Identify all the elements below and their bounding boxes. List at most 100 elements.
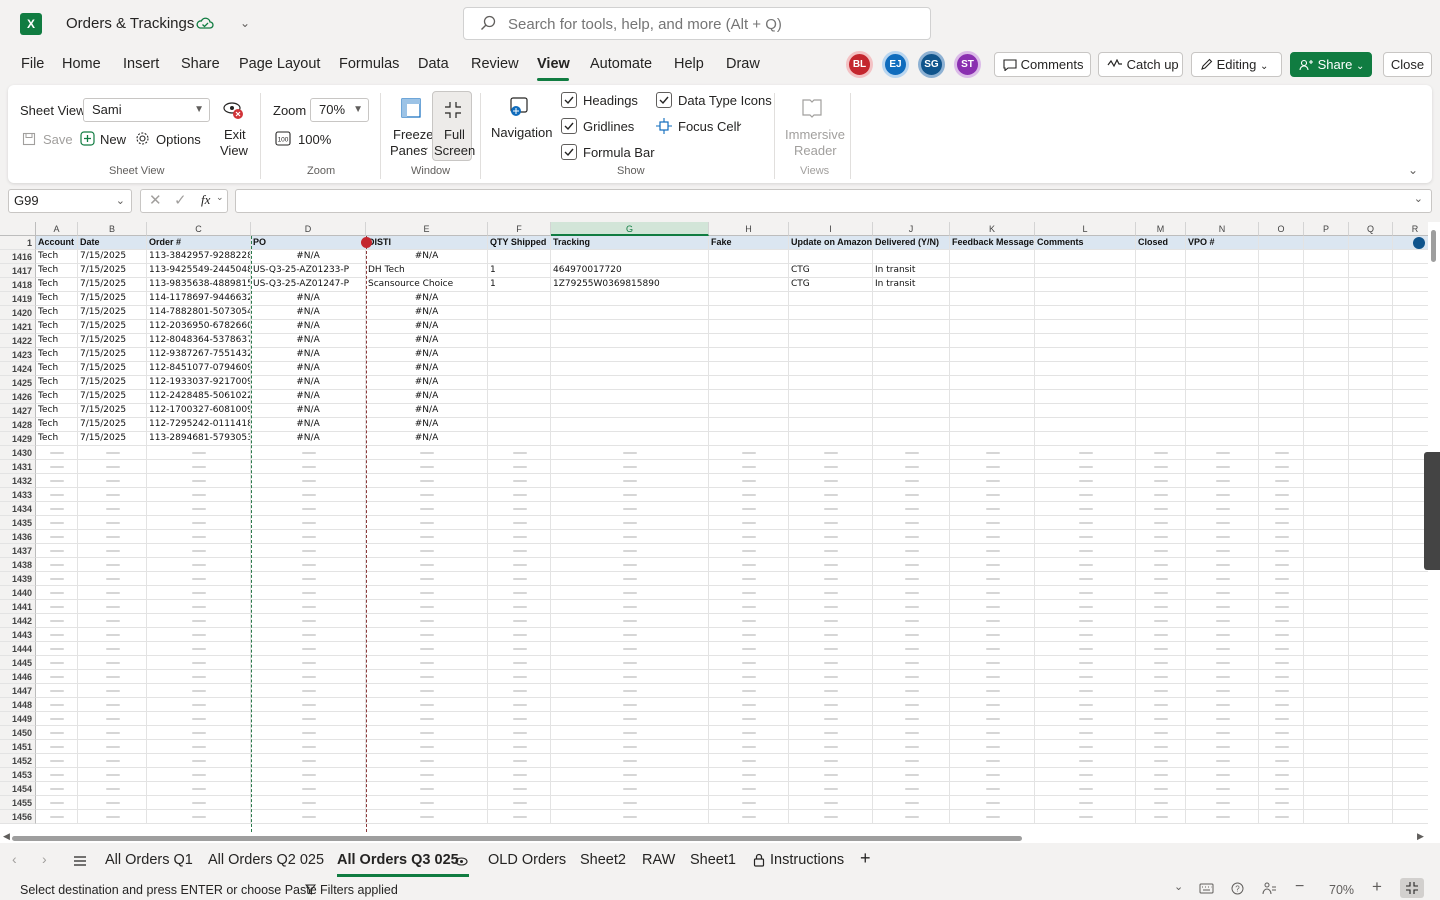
table-cell[interactable] (551, 698, 709, 712)
table-cell[interactable] (1136, 306, 1186, 320)
row-header[interactable]: 1444 (0, 642, 36, 656)
table-cell[interactable] (950, 460, 1035, 474)
table-cell[interactable] (1186, 782, 1259, 796)
table-cell[interactable] (1349, 614, 1393, 628)
table-cell[interactable] (709, 390, 789, 404)
table-cell[interactable] (36, 530, 78, 544)
table-cell[interactable] (551, 670, 709, 684)
table-cell[interactable] (709, 740, 789, 754)
table-cell[interactable] (251, 544, 366, 558)
menu-review[interactable]: Review (471, 56, 519, 72)
row-header[interactable]: 1452 (0, 754, 36, 768)
table-cell[interactable] (366, 558, 488, 572)
table-cell[interactable] (551, 320, 709, 334)
table-cell[interactable] (78, 474, 147, 488)
table-cell[interactable]: #N/A (366, 320, 488, 334)
table-cell[interactable] (1186, 278, 1259, 292)
table-cell[interactable] (1035, 292, 1136, 306)
avatar-bl[interactable]: BL (846, 51, 873, 78)
table-cell[interactable] (1304, 726, 1349, 740)
table-header-cell[interactable]: Fake (709, 236, 789, 250)
table-cell[interactable] (789, 614, 873, 628)
table-cell[interactable] (1136, 320, 1186, 334)
table-cell[interactable] (488, 670, 551, 684)
table-cell[interactable] (950, 376, 1035, 390)
table-cell[interactable] (1259, 334, 1304, 348)
table-cell[interactable] (1035, 544, 1136, 558)
table-cell[interactable] (1035, 628, 1136, 642)
table-cell[interactable] (950, 628, 1035, 642)
table-cell[interactable]: Tech (36, 432, 78, 446)
table-cell[interactable] (1035, 264, 1136, 278)
table-cell[interactable] (789, 558, 873, 572)
table-cell[interactable] (1259, 348, 1304, 362)
table-cell[interactable] (950, 278, 1035, 292)
table-cell[interactable] (709, 586, 789, 600)
table-cell[interactable] (488, 446, 551, 460)
table-cell[interactable] (551, 600, 709, 614)
horizontal-scroll-thumb[interactable] (12, 836, 1022, 841)
table-cell[interactable] (950, 810, 1035, 824)
table-cell[interactable] (36, 642, 78, 656)
table-cell[interactable] (488, 516, 551, 530)
table-cell[interactable]: 113-9425549-2445048 (147, 264, 251, 278)
table-cell[interactable] (488, 810, 551, 824)
status-chevron-down-icon[interactable]: ⌄ (1174, 880, 1183, 893)
editing-mode-button[interactable]: Editing ⌄ (1191, 52, 1282, 77)
table-cell[interactable] (1136, 726, 1186, 740)
row-header[interactable]: 1421 (0, 320, 36, 334)
table-cell[interactable] (1304, 362, 1349, 376)
table-cell[interactable]: 7/15/2025 (78, 264, 147, 278)
table-cell[interactable] (1035, 782, 1136, 796)
table-cell[interactable] (366, 684, 488, 698)
table-cell[interactable] (1035, 810, 1136, 824)
sheet-view-options-button[interactable]: Options (156, 132, 201, 147)
table-cell[interactable] (488, 726, 551, 740)
table-cell[interactable] (1035, 362, 1136, 376)
row-header[interactable]: 1451 (0, 740, 36, 754)
menu-share[interactable]: Share (181, 56, 220, 72)
exit-view-label-2[interactable]: View (220, 143, 248, 158)
scroll-right-arrow-icon[interactable]: ▶ (1417, 831, 1424, 842)
table-cell[interactable] (1349, 684, 1393, 698)
table-cell[interactable]: 7/15/2025 (78, 320, 147, 334)
table-cell[interactable] (1035, 712, 1136, 726)
table-cell[interactable] (147, 796, 251, 810)
table-cell[interactable] (1035, 516, 1136, 530)
table-cell[interactable] (1186, 558, 1259, 572)
table-cell[interactable]: #N/A (251, 418, 366, 432)
table-cell[interactable] (1259, 810, 1304, 824)
document-title[interactable]: Orders & Trackings (66, 15, 194, 32)
table-cell[interactable] (1304, 684, 1349, 698)
table-cell[interactable] (551, 684, 709, 698)
table-cell[interactable] (789, 404, 873, 418)
row-header[interactable]: 1449 (0, 712, 36, 726)
table-cell[interactable] (789, 726, 873, 740)
row-header[interactable]: 1456 (0, 810, 36, 824)
table-cell[interactable] (551, 740, 709, 754)
table-cell[interactable]: #N/A (251, 404, 366, 418)
table-cell[interactable] (873, 334, 950, 348)
table-header-cell[interactable]: Feedback Message (950, 236, 1035, 250)
table-cell[interactable] (950, 334, 1035, 348)
table-cell[interactable] (147, 600, 251, 614)
all-sheets-menu-icon[interactable] (73, 855, 87, 867)
table-cell[interactable] (709, 432, 789, 446)
table-cell[interactable] (950, 488, 1035, 502)
table-cell[interactable] (1259, 642, 1304, 656)
table-cell[interactable] (1259, 614, 1304, 628)
table-cell[interactable] (147, 446, 251, 460)
table-cell[interactable] (551, 404, 709, 418)
table-cell[interactable] (1035, 614, 1136, 628)
sheet-view-select[interactable]: Sami ▼ (83, 98, 210, 122)
table-cell[interactable] (78, 768, 147, 782)
table-cell[interactable] (147, 516, 251, 530)
table-cell[interactable]: 7/15/2025 (78, 292, 147, 306)
accessibility-icon[interactable] (1262, 882, 1277, 895)
name-box[interactable]: G99 ⌄ (8, 189, 132, 213)
table-cell[interactable]: #N/A (251, 320, 366, 334)
row-header[interactable]: 1427 (0, 404, 36, 418)
scroll-left-arrow-icon[interactable]: ◀ (3, 831, 10, 842)
table-cell[interactable]: Tech (36, 362, 78, 376)
table-cell[interactable] (709, 348, 789, 362)
